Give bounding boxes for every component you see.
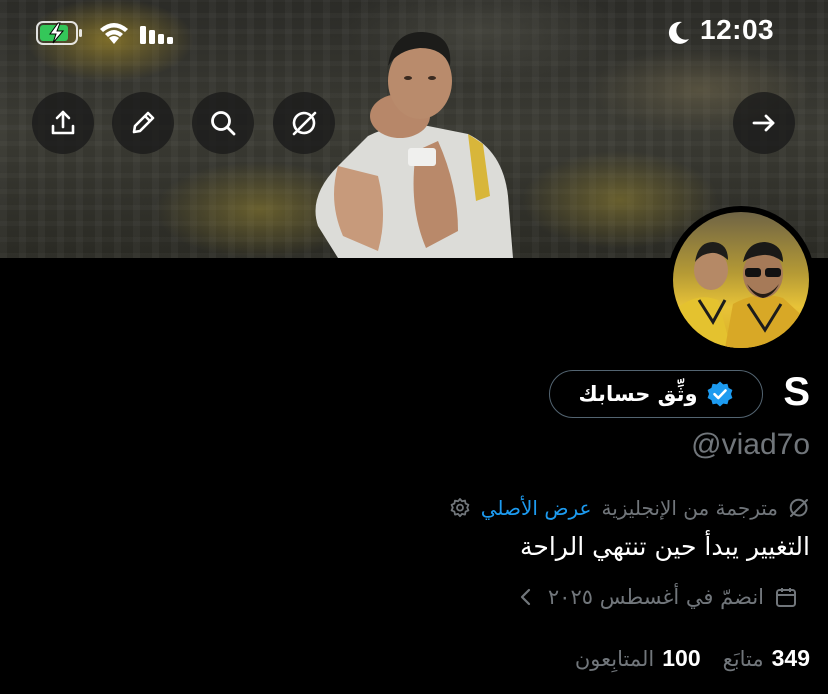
- joined-date-label: انضمّ في أغسطس ٢٠٢٥: [547, 585, 764, 609]
- verified-badge-icon: [707, 381, 732, 407]
- show-original-link[interactable]: عرض الأصلي: [481, 496, 592, 520]
- edit-button[interactable]: [112, 92, 174, 154]
- battery-charging-icon: [36, 21, 82, 45]
- edit-icon: [132, 111, 155, 134]
- calendar-icon: [776, 588, 796, 607]
- cellular-signal-icon: [140, 26, 173, 44]
- translate-icon: [292, 111, 317, 136]
- profile-handle: @viad7o: [691, 428, 810, 461]
- profile-name: S: [783, 370, 810, 414]
- followers-stat[interactable]: 100 المتابِعون: [575, 645, 701, 672]
- share-button[interactable]: [32, 92, 94, 154]
- translate-toggle-button[interactable]: [273, 92, 335, 154]
- following-count: 349: [771, 645, 810, 671]
- avatar-photo: [673, 212, 809, 348]
- follow-stats: 349 متابَع 100 المتابِعون: [575, 645, 810, 672]
- followers-label: المتابِعون: [574, 647, 655, 671]
- translated-from-label: مترجمة من الإنجليزية: [601, 496, 778, 520]
- followers-count: 100: [662, 645, 701, 671]
- back-arrow-icon: [752, 114, 775, 132]
- wifi-icon: [100, 23, 128, 44]
- verify-account-button[interactable]: وثِّق حسابك: [549, 370, 763, 418]
- translation-row: مترجمة من الإنجليزية عرض الأصلي: [449, 492, 810, 524]
- share-icon: [51, 110, 75, 135]
- back-button[interactable]: [733, 92, 795, 154]
- profile-bio: التغيير يبدأ حين تنتهي الراحة: [519, 532, 810, 561]
- verify-account-label: وثِّق حسابك: [578, 382, 698, 406]
- following-stat[interactable]: 349 متابَع: [723, 645, 810, 672]
- translate-icon: [789, 498, 808, 517]
- gear-icon[interactable]: [449, 497, 471, 519]
- search-icon: [211, 111, 236, 136]
- following-label: متابَع: [722, 647, 764, 671]
- moon-icon: [668, 21, 689, 44]
- joined-date-row[interactable]: انضمّ في أغسطس ٢٠٢٥: [514, 585, 798, 609]
- search-button[interactable]: [192, 92, 254, 154]
- status-time: 12:03: [700, 14, 775, 45]
- status-bar: 12:03: [0, 0, 828, 64]
- profile-avatar[interactable]: [667, 206, 815, 354]
- chevron-left-icon: [520, 588, 530, 606]
